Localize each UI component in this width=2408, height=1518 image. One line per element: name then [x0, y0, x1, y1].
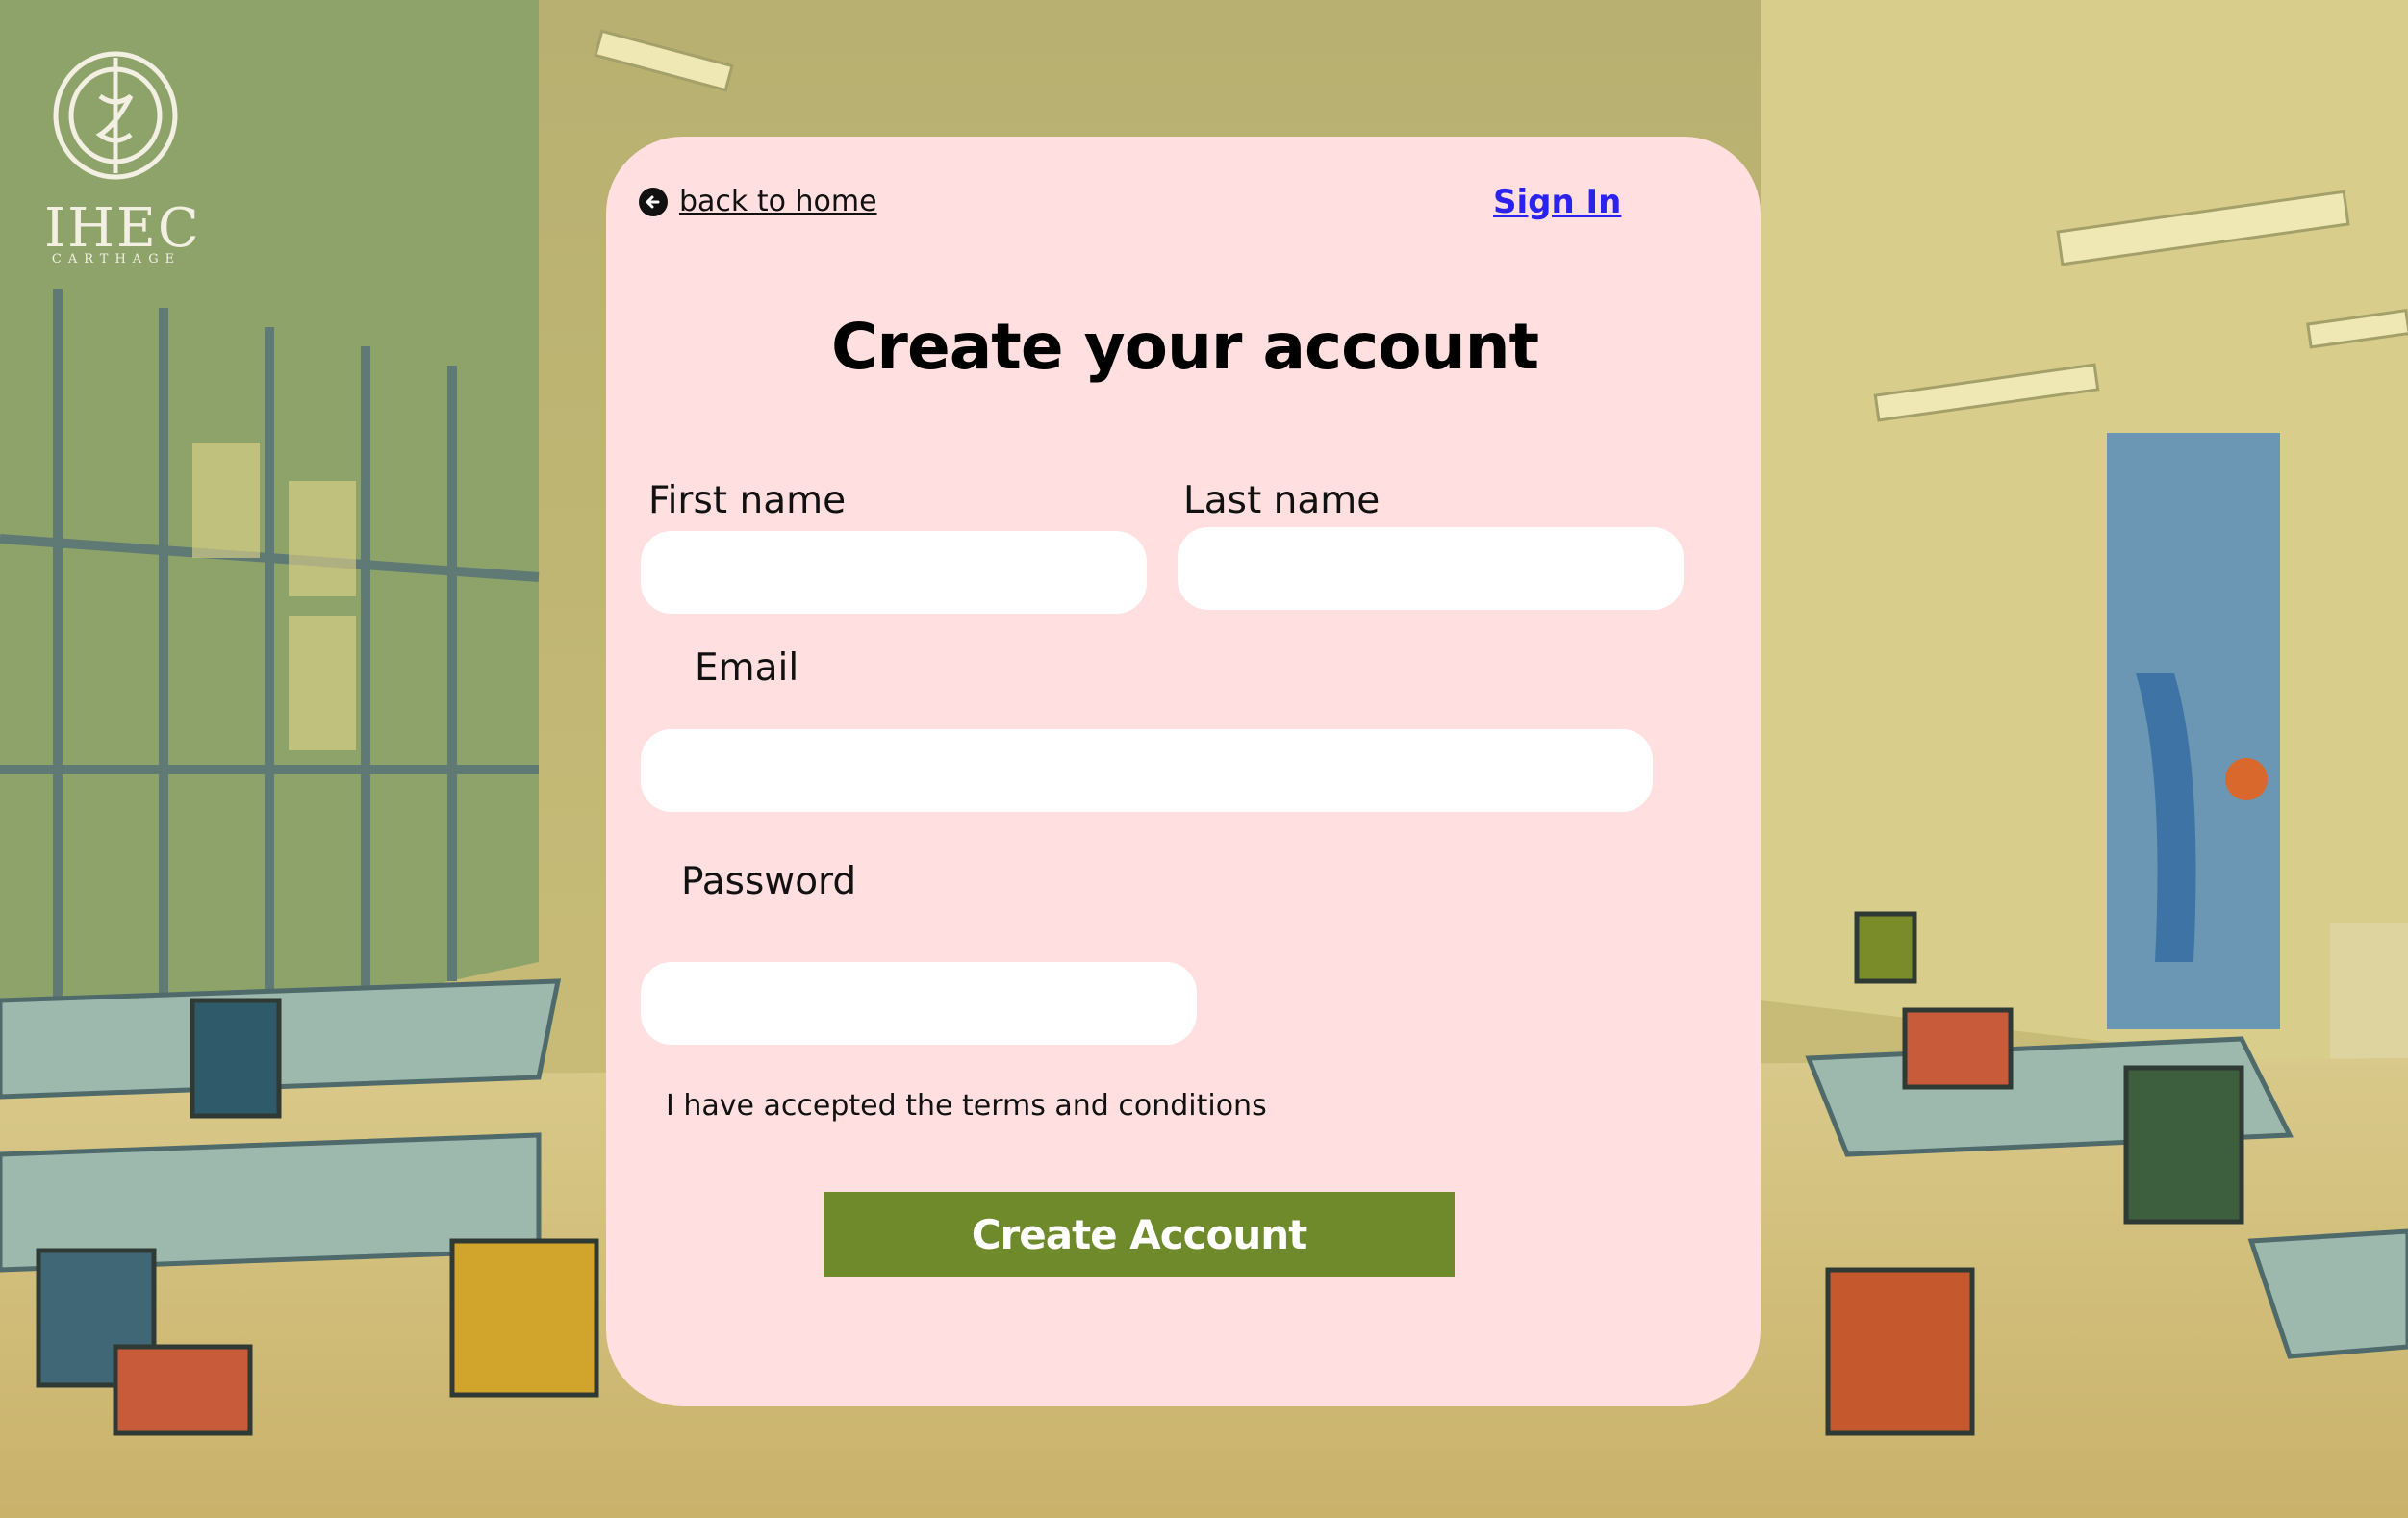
first-name-field[interactable] — [641, 531, 1147, 614]
logo-subtext: CARTHAGE — [51, 252, 182, 266]
last-name-field[interactable] — [1178, 527, 1684, 610]
logo-text: IHEC — [44, 197, 201, 260]
last-name-label: Last name — [1183, 479, 1381, 522]
first-name-label: First name — [648, 479, 847, 522]
back-to-home-link[interactable]: back to home — [639, 185, 877, 218]
page-title: Create your account — [831, 310, 1539, 384]
arrow-left-circle-icon — [639, 187, 668, 216]
sign-in-link[interactable]: Sign In — [1493, 183, 1621, 221]
email-label: Email — [695, 646, 799, 690]
email-field[interactable] — [641, 729, 1653, 812]
back-to-home-label: back to home — [679, 185, 877, 218]
terms-text: I have accepted the terms and conditions — [666, 1089, 1267, 1123]
password-field[interactable] — [641, 962, 1197, 1045]
create-account-button[interactable]: Create Account — [824, 1192, 1455, 1277]
signup-card: back to home Sign In Create your account… — [606, 137, 1761, 1406]
password-label: Password — [681, 860, 857, 903]
